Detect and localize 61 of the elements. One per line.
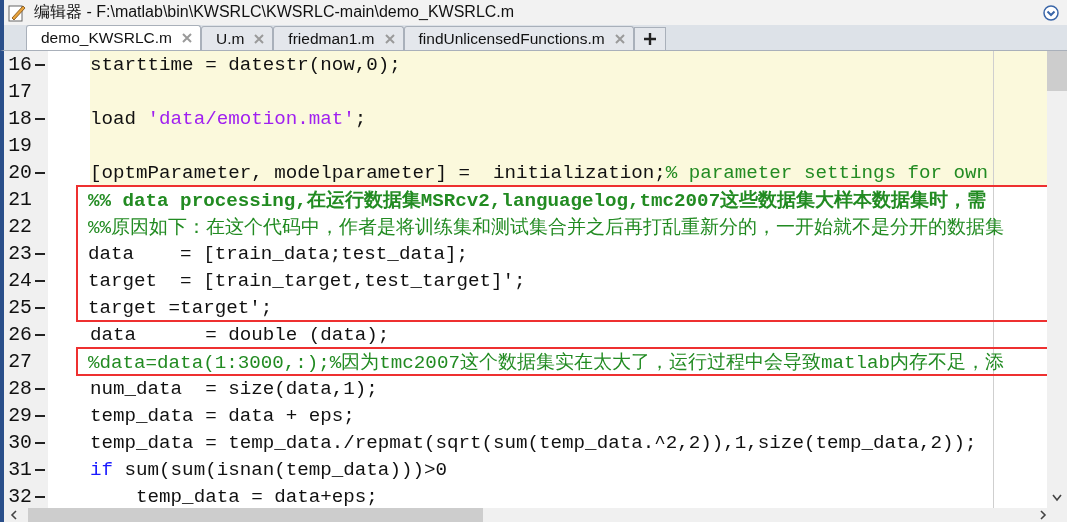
code-line: %data=data(1:3000,:);%因为tmc2007这个数据集实在太大了，运行过程中会导致matlab内存不足，添	[88, 350, 1004, 375]
code-line: num_data = size(data,1);	[90, 377, 378, 400]
window-title: 编辑器 - F:\matlab\bin\KWSRLC\KWSRLC-main\demo_KWSRLC.m	[34, 2, 516, 22]
line-number: 20	[7, 161, 32, 184]
executable-line-mark[interactable]	[35, 495, 45, 498]
editor-icon	[8, 3, 26, 22]
code-line: target = [train_target,test_target]';	[88, 269, 526, 292]
code-line: temp_data = temp_data./repmat(sqrt(sum(temp_data.^2,2)),1,size(temp_data,2));	[90, 431, 977, 454]
dropdown-icon[interactable]	[1043, 4, 1059, 21]
file-tab[interactable]: demo_KWSRLC.m	[26, 25, 201, 50]
line-number: 32	[7, 485, 32, 508]
code-line: %% data processing,在运行数据集MSRcv2,languagelog,tmc2007这些数据集大样本数据集时，需	[88, 188, 987, 213]
code-line: %%原因如下：在这个代码中，作者是将训练集和测试集合并之后再打乱重新分的，一开始就不是分开的数据集	[88, 215, 1005, 240]
line-number: 26	[7, 323, 32, 346]
vertical-scrollbar[interactable]	[1047, 51, 1067, 508]
file-tab[interactable]: friedman1.m	[273, 26, 404, 50]
code-line: temp_data = data+eps;	[135, 485, 378, 508]
line-number: 29	[7, 404, 32, 427]
line-number: 23	[7, 242, 32, 265]
executable-line-mark[interactable]	[35, 333, 45, 336]
scroll-thumb[interactable]	[28, 508, 483, 522]
new-tab-button[interactable]	[633, 27, 666, 50]
line-number: 16	[7, 53, 32, 76]
code-line: data = [train_data;test_data];	[88, 242, 468, 265]
executable-line-mark[interactable]	[35, 252, 45, 255]
file-tab[interactable]: findUnlicensedFunctions.m	[403, 26, 634, 50]
code-line: load 'data/emotion.mat';	[90, 107, 367, 130]
close-icon[interactable]	[181, 33, 192, 43]
line-number: 28	[7, 377, 32, 400]
file-tab[interactable]: U.m	[200, 26, 274, 50]
executable-line-mark[interactable]	[35, 171, 45, 174]
executable-line-mark[interactable]	[35, 414, 45, 417]
line-number: 27	[7, 350, 32, 373]
code-line: target =target';	[88, 296, 273, 319]
executable-line-mark[interactable]	[35, 468, 45, 471]
code-line: if sum(sum(isnan(temp_data)))>0	[90, 458, 447, 481]
code-line: starttime = datestr(now,0);	[90, 53, 401, 76]
plus-icon	[642, 32, 657, 46]
code-line: temp_data = data + eps;	[90, 404, 355, 427]
code-line: data = double (data);	[90, 323, 390, 346]
scroll-thumb[interactable]	[1047, 51, 1067, 91]
line-number: 19	[7, 134, 32, 157]
executable-line-mark[interactable]	[35, 63, 45, 66]
executable-line-mark[interactable]	[35, 387, 45, 390]
executable-line-mark[interactable]	[35, 117, 45, 120]
line-number: 25	[7, 296, 32, 319]
line-number: 18	[7, 107, 32, 130]
line-number: 17	[7, 80, 32, 103]
line-number: 24	[7, 269, 32, 292]
executable-line-mark[interactable]	[35, 306, 45, 309]
line-number: 21	[7, 188, 32, 211]
scroll-right-icon[interactable]	[1039, 510, 1047, 520]
scroll-left-icon[interactable]	[10, 510, 18, 520]
line-number: 22	[7, 215, 32, 238]
horizontal-scrollbar[interactable]	[0, 508, 1067, 522]
line-number: 30	[7, 431, 32, 454]
executable-line-mark[interactable]	[35, 279, 45, 282]
executable-line-mark[interactable]	[35, 441, 45, 444]
scroll-down-icon[interactable]	[1052, 494, 1062, 502]
line-number: 31	[7, 458, 32, 481]
code-line: [optmParameter, modelparameter] = initialization;% parameter settings for own	[90, 161, 989, 184]
